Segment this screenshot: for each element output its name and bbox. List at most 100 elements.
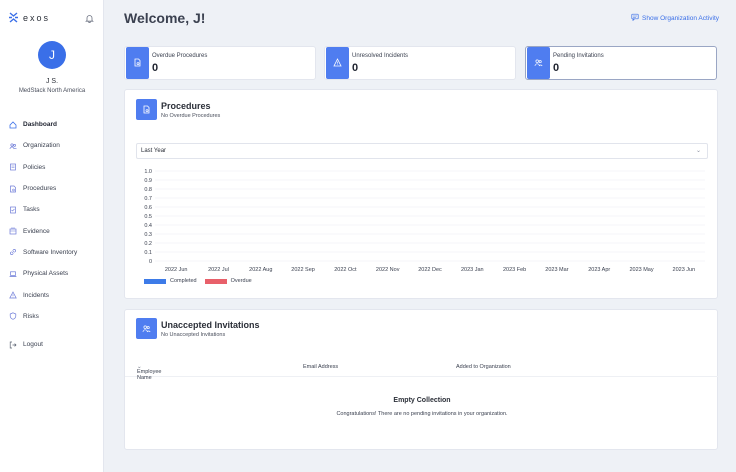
empty-message: Congratulations! There are no pending in… [336, 411, 508, 417]
warning-icon [9, 291, 17, 299]
avatar[interactable]: J [38, 41, 66, 69]
user-org: MedStack North America [18, 88, 86, 94]
table-header: Employee Name ⌄ Email Address Added to O… [125, 359, 719, 381]
y-tick-label: 0.5 [144, 214, 152, 220]
procedure-icon [126, 47, 149, 79]
procedures-chart: 0 0.1 0.2 0.3 0.4 0.5 0.6 0.7 0.8 0.9 1.0 2022 Jun 2… [144, 169, 705, 273]
sidebar-item-label: Software Inventory [23, 248, 78, 256]
y-tick-label: 0.1 [144, 250, 152, 256]
procedures-subtitle: No Overdue Procedures [161, 112, 221, 119]
exos-logo-icon [8, 12, 19, 23]
y-tick-label: 0.2 [144, 241, 152, 247]
invitations-header: Unaccepted Invitations No Unaccepted Inv… [136, 318, 260, 339]
sidebar-item-label: Tasks [23, 206, 40, 214]
people-icon [527, 47, 550, 79]
policy-icon [9, 163, 17, 171]
sidebar-item-software-inventory[interactable]: Software Inventory [0, 242, 104, 263]
range-select-value: Last Year [141, 148, 167, 154]
stat-unresolved-incidents[interactable]: Unresolved Incidents 0 [324, 46, 516, 80]
invitations-subtitle: No Unaccepted Invitations [161, 331, 226, 338]
x-tick-label: 2022 Jun [165, 267, 188, 273]
link-icon [9, 248, 17, 256]
home-icon [9, 121, 17, 129]
y-tick-label: 0.3 [144, 232, 152, 238]
laptop-icon [9, 270, 17, 278]
sidebar-item-organization[interactable]: Organization [0, 135, 104, 156]
stat-label: Overdue Procedures [152, 52, 208, 59]
x-tick-label: 2023 Apr [588, 267, 610, 273]
y-tick-label: 1.0 [144, 169, 152, 175]
sidebar-item-policies[interactable]: Policies [0, 157, 104, 178]
page-title: Welcome, J! [124, 10, 206, 26]
stat-value: 0 [352, 61, 359, 74]
procedure-icon [136, 99, 157, 120]
y-tick-label: 0.8 [144, 187, 152, 193]
sidebar-item-incidents[interactable]: Incidents [0, 284, 104, 305]
x-tick-label: 2022 Dec [418, 267, 442, 273]
show-activity-label: Show Organization Activity [642, 14, 719, 22]
x-tick-label: 2022 Nov [376, 267, 400, 273]
tasks-icon [9, 206, 17, 214]
sidebar: exos J J S. MedStack North America Dashb… [0, 0, 104, 472]
sidebar-item-physical-assets[interactable]: Physical Assets [0, 263, 104, 284]
procedure-icon [9, 185, 17, 193]
sidebar-item-dashboard[interactable]: Dashboard [0, 114, 104, 135]
y-tick-label: 0.7 [144, 196, 152, 202]
stat-label: Pending Invitations [553, 52, 604, 59]
chat-icon [631, 13, 639, 23]
chart-legend: Completed Overdue [144, 278, 252, 284]
invitations-card: Unaccepted Invitations No Unaccepted Inv… [124, 309, 719, 450]
stat-value: 0 [152, 61, 159, 74]
x-tick-label: 2023 Feb [503, 267, 526, 273]
y-tick-label: 0.6 [144, 205, 152, 211]
legend-label-completed: Completed [170, 278, 197, 284]
bell-icon[interactable] [85, 14, 94, 24]
x-tick-label: 2022 Oct [334, 267, 357, 273]
logout-section: Logout [0, 334, 104, 355]
sidebar-item-tasks[interactable]: Tasks [0, 199, 104, 220]
procedures-header: Procedures No Overdue Procedures [136, 99, 220, 120]
user-name: J S. [45, 78, 59, 85]
sidebar-item-label: Policies [23, 163, 46, 171]
stat-label: Unresolved Incidents [352, 52, 409, 59]
sidebar-nav: Dashboard Organization Policies Procedur… [0, 114, 104, 327]
sidebar-item-procedures[interactable]: Procedures [0, 178, 104, 199]
column-email-address[interactable]: Email Address [303, 364, 338, 370]
stat-overdue-procedures[interactable]: Overdue Procedures 0 [124, 46, 316, 80]
legend-swatch-completed [144, 278, 166, 284]
procedures-title: Procedures [161, 100, 211, 111]
warning-icon [326, 47, 349, 79]
brand-name: exos [23, 12, 51, 23]
sidebar-item-evidence[interactable]: Evidence [0, 220, 104, 241]
logout-button[interactable]: Logout [0, 334, 104, 355]
y-tick-label: 0.4 [144, 223, 152, 229]
y-tick-label: 0.9 [144, 178, 152, 184]
shield-icon [9, 312, 17, 320]
sidebar-item-label: Risks [23, 312, 39, 320]
evidence-icon [9, 227, 17, 235]
sidebar-item-label: Organization [23, 142, 60, 150]
column-employee-name[interactable]: Employee Name ⌄ [137, 364, 161, 381]
sidebar-item-label: Incidents [23, 291, 50, 299]
sidebar-item-risks[interactable]: Risks [0, 306, 104, 327]
column-added-to-organization[interactable]: Added to Organization [456, 364, 511, 370]
x-tick-label: 2023 Jun [673, 267, 696, 273]
show-activity-link[interactable]: Show Organization Activity [631, 13, 719, 23]
sidebar-item-label: Physical Assets [23, 270, 69, 278]
x-tick-label: 2022 Aug [249, 267, 272, 273]
invitations-title: Unaccepted Invitations [161, 319, 260, 330]
sidebar-item-label: Evidence [23, 227, 50, 235]
x-tick-label: 2023 Jan [461, 267, 484, 273]
sidebar-item-label: Dashboard [23, 121, 57, 129]
x-tick-label: 2023 Mar [545, 267, 568, 273]
stat-pending-invitations[interactable]: Pending Invitations 0 [525, 46, 717, 80]
x-tick-label: 2022 Jul [208, 267, 229, 273]
people-icon [9, 142, 17, 150]
x-tick-label: 2022 Sep [291, 267, 315, 273]
people-icon [136, 318, 157, 339]
procedures-card: Procedures No Overdue Procedures Last Ye… [124, 89, 718, 299]
brand[interactable]: exos [8, 12, 50, 23]
range-select[interactable]: Last Year ⌄ [136, 143, 708, 159]
legend-swatch-overdue [204, 278, 227, 284]
chevron-down-icon: ⌄ [695, 148, 701, 154]
